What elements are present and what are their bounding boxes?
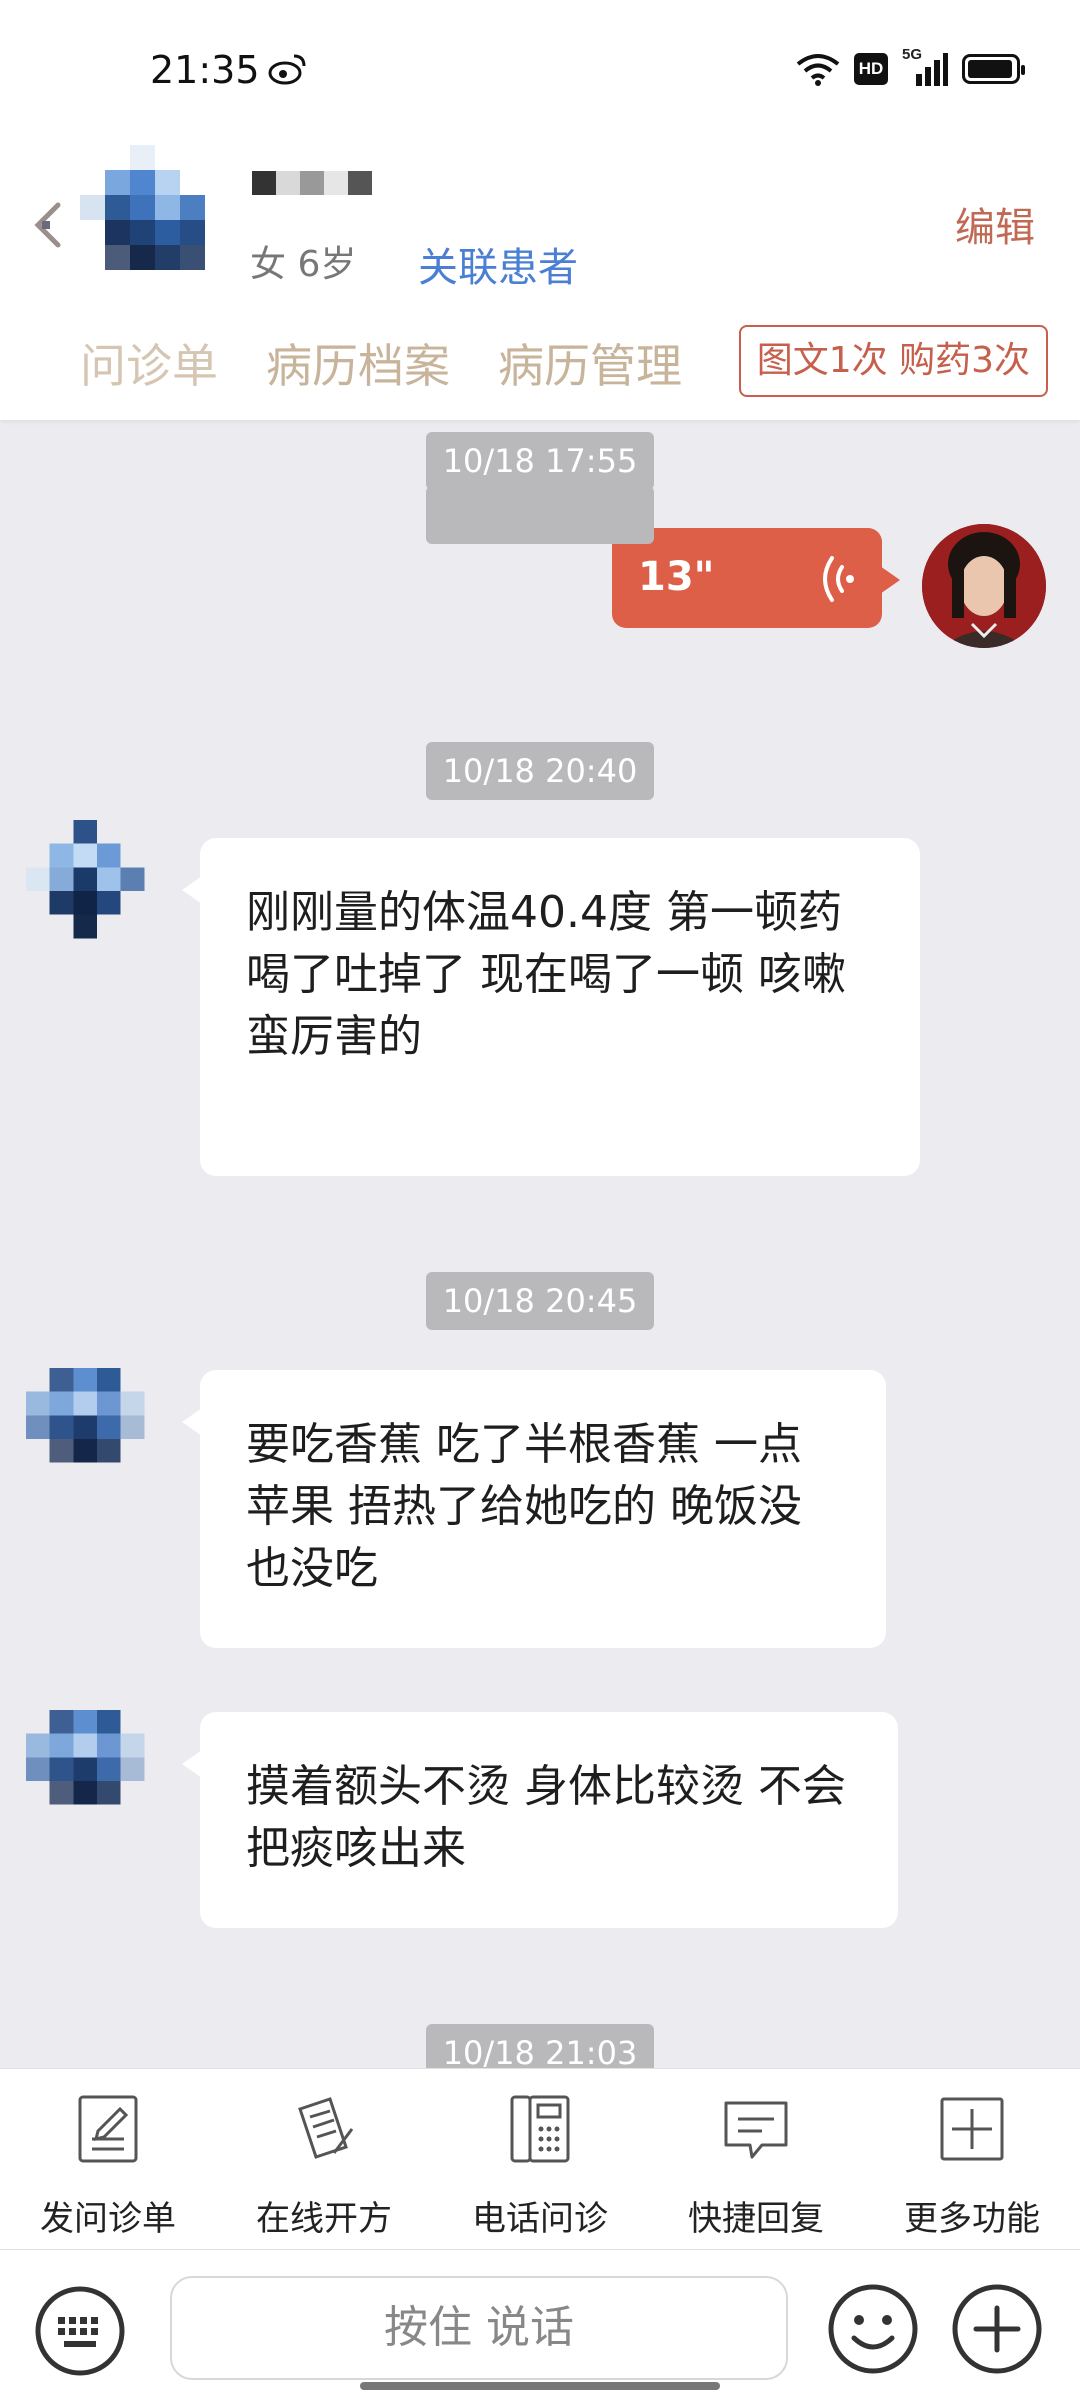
hd-icon: HD [854,53,888,85]
status-bar: 21:35 HD 5G [0,0,1080,135]
tool-label: 更多功能 [904,2199,1040,2239]
signal-icon: 5G [902,46,948,86]
home-indicator[interactable] [360,2382,720,2390]
patient-avatar[interactable] [26,820,168,962]
message-text: 摸着额头不烫 身体比较烫 不会把痰咳出来 [246,1761,846,1874]
more-icon [940,2097,1004,2161]
message-text: 要吃香蕉 吃了半根香蕉 一点苹果 捂热了给她吃的 晚饭没也没吃 [246,1419,802,1594]
weibo-icon [268,54,306,85]
message-bubble[interactable]: 摸着额头不烫 身体比较烫 不会把痰咳出来 [182,1712,898,1928]
back-icon[interactable] [30,195,70,255]
edit-button[interactable]: 编辑 [955,195,1035,253]
prescription-icon [298,2097,354,2159]
input-bar: 按住 说话 [0,2250,1080,2400]
tool-label: 快捷回复 [688,2199,824,2239]
status-time: 21:35 [150,48,260,92]
service-count-badge[interactable]: 图文1次 购药3次 [738,325,1048,397]
patient-avatar[interactable] [26,1710,168,1852]
form-icon [78,2095,138,2163]
header-tabs: 问诊单 病历档案 病历管理 [80,330,682,396]
tool-label: 在线开方 [256,2199,392,2239]
phone-icon [510,2095,570,2163]
patient-gender-age: 女 6岁 [250,244,357,285]
chat-header: 女 6岁 关联患者 编辑 问诊单 病历档案 病历管理 图文1次 购药3次 [0,135,1080,420]
tab-consult-form[interactable]: 问诊单 [80,330,218,396]
patient-avatar[interactable] [80,145,230,295]
message-text: 刚刚量的体温40.4度 第一顿药喝了吐掉了 现在喝了一顿 咳嗽蛮厉害的 [246,887,846,1062]
send-consult-form-button[interactable]: 发问诊单 [0,2069,216,2251]
plus-icon[interactable] [950,2282,1044,2376]
quick-reply-button[interactable]: 快捷回复 [648,2069,864,2251]
tab-medical-management[interactable]: 病历管理 [498,330,682,396]
hold-to-talk-button[interactable]: 按住 说话 [170,2276,788,2380]
function-toolbar: 发问诊单 在线开方 电话问诊 快捷回复 更多功能 [0,2068,1080,2250]
more-functions-button[interactable]: 更多功能 [864,2069,1080,2251]
quick-reply-icon [724,2101,788,2159]
tool-label: 电话问诊 [472,2199,608,2239]
online-prescription-button[interactable]: 在线开方 [216,2069,432,2251]
network-type-label: 5G [902,46,923,63]
voice-message-bubble[interactable]: 13" [612,528,900,628]
emoji-icon[interactable] [826,2282,920,2376]
keyboard-icon[interactable] [34,2285,126,2377]
timestamp-pill: 10/18 21:03 [426,2024,654,2068]
patient-avatar[interactable] [26,1368,168,1510]
link-patient-button[interactable]: 关联患者 [418,235,578,293]
message-bubble[interactable]: 要吃香蕉 吃了半根香蕉 一点苹果 捂热了给她吃的 晚饭没也没吃 [182,1370,886,1648]
tab-medical-archive[interactable]: 病历档案 [266,330,450,396]
timestamp-pill: 10/18 20:40 [426,742,654,800]
doctor-avatar[interactable] [922,524,1046,648]
voice-wave-icon [823,556,854,602]
message-bubble[interactable]: 刚刚量的体温40.4度 第一顿药喝了吐掉了 现在喝了一顿 咳嗽蛮厉害的 [182,838,920,1176]
phone-consult-button[interactable]: 电话问诊 [432,2069,648,2251]
tool-label: 发问诊单 [40,2199,176,2239]
chat-area[interactable]: 10/18 17:55 13" 10/18 20:40 刚刚量的体温40.4度 … [0,420,1080,2068]
timestamp-pill: 10/18 17:55 [426,432,654,490]
voice-duration: 13" [638,554,715,600]
battery-icon [962,54,1025,84]
timestamp-pill: 10/18 20:45 [426,1272,654,1330]
wifi-icon [796,54,840,86]
patient-name-redacted [252,171,372,195]
